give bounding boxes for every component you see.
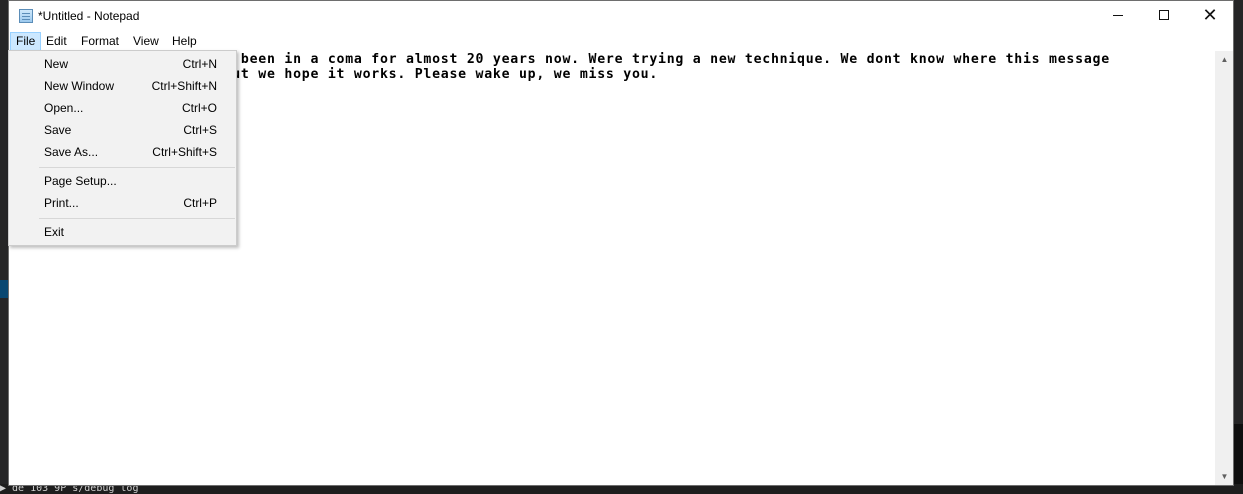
file-menu-new-window[interactable]: New Window Ctrl+Shift+N: [10, 75, 235, 97]
menu-separator: [39, 218, 235, 219]
file-menu-exit[interactable]: Exit: [10, 221, 235, 243]
menu-edit[interactable]: Edit: [40, 32, 73, 51]
close-icon: ✕: [1202, 5, 1218, 26]
background-app-strip-left: [0, 0, 8, 494]
notepad-app-icon[interactable]: [19, 9, 33, 23]
menu-bar: File Edit Format View Help: [9, 31, 1233, 51]
scroll-up-arrow-icon[interactable]: ▲: [1216, 51, 1233, 68]
minimize-icon: [1113, 15, 1123, 16]
menu-view[interactable]: View: [127, 32, 165, 51]
menu-file[interactable]: File: [10, 32, 42, 51]
scroll-down-arrow-icon[interactable]: ▼: [1216, 468, 1233, 485]
file-menu-page-setup[interactable]: Page Setup...: [10, 170, 235, 192]
menu-separator: [39, 167, 235, 168]
file-menu-save[interactable]: Save Ctrl+S: [10, 119, 235, 141]
close-button[interactable]: ✕: [1187, 1, 1233, 31]
minimize-button[interactable]: [1095, 1, 1141, 31]
menu-format[interactable]: Format: [75, 32, 125, 51]
file-menu-new[interactable]: New Ctrl+N: [10, 53, 235, 75]
maximize-icon: [1159, 10, 1169, 20]
file-menu-save-as[interactable]: Save As... Ctrl+Shift+S: [10, 141, 235, 163]
file-menu-print[interactable]: Print... Ctrl+P: [10, 192, 235, 214]
menu-help[interactable]: Help: [166, 32, 203, 51]
title-bar[interactable]: *Untitled - Notepad ✕: [9, 1, 1233, 31]
background-app-strip-right: [1233, 0, 1243, 494]
window-title: *Untitled - Notepad: [38, 9, 140, 23]
vertical-scrollbar[interactable]: ▲ ▼: [1215, 51, 1233, 485]
background-selection-highlight: [0, 280, 8, 298]
file-menu-open[interactable]: Open... Ctrl+O: [10, 97, 235, 119]
maximize-button[interactable]: [1141, 1, 1187, 31]
file-menu-dropdown: New Ctrl+N New Window Ctrl+Shift+N Open.…: [8, 50, 237, 246]
